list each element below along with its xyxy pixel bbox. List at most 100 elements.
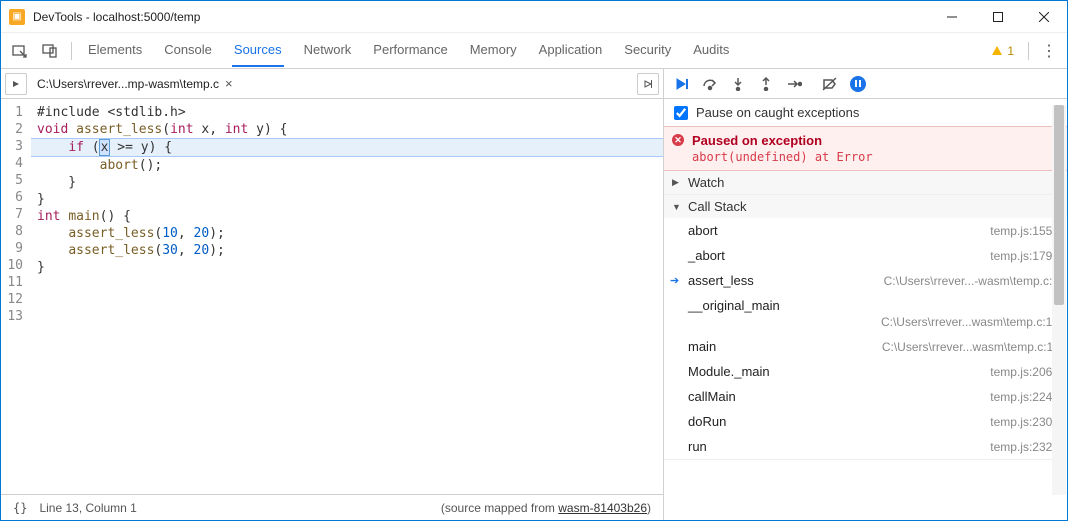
frame-location[interactable]: temp.js:1795 xyxy=(990,249,1059,263)
frame-name: abort xyxy=(688,223,990,238)
frame-location[interactable]: temp.js:2323 xyxy=(990,440,1059,454)
frame-name: main xyxy=(688,339,882,354)
step-button[interactable] xyxy=(784,74,804,94)
code-editor[interactable]: 12345678910111213 #include <stdlib.h>voi… xyxy=(1,99,663,494)
exception-title: Paused on exception xyxy=(692,133,1057,148)
devtools-window: ▣ DevTools - localhost:5000/temp Element… xyxy=(0,0,1068,521)
watch-label: Watch xyxy=(688,175,724,190)
panel-tabs-row: Elements Console Sources Network Perform… xyxy=(1,33,1067,69)
watch-section[interactable]: ▶ Watch xyxy=(664,171,1067,195)
code-line[interactable]: int main() { xyxy=(31,208,663,225)
frame-name: doRun xyxy=(688,414,990,429)
tab-security[interactable]: Security xyxy=(622,34,673,67)
tab-elements[interactable]: Elements xyxy=(86,34,144,67)
frame-location[interactable]: temp.js:2062 xyxy=(990,365,1059,379)
exception-detail: abort(undefined) at Error xyxy=(692,150,1057,164)
cursor-position: Line 13, Column 1 xyxy=(39,501,136,515)
window-title: DevTools - localhost:5000/temp xyxy=(33,10,929,24)
call-stack-frame[interactable]: __original_main C:\Users\rrever...wasm\te… xyxy=(664,293,1067,334)
titlebar[interactable]: ▣ DevTools - localhost:5000/temp xyxy=(1,1,1067,33)
debugger-toolbar xyxy=(664,69,1067,99)
more-menu-icon[interactable]: ⋮ xyxy=(1035,41,1063,61)
call-stack-frame[interactable]: callMaintemp.js:2249 xyxy=(664,384,1067,409)
device-mode-icon[interactable] xyxy=(37,38,63,64)
code-line[interactable]: assert_less(30, 20); xyxy=(31,242,663,259)
call-stack-frame[interactable]: mainC:\Users\rrever...wasm\temp.c:11 xyxy=(664,334,1067,359)
separator xyxy=(1028,42,1029,60)
run-to-breakpoint-icon[interactable] xyxy=(637,73,659,95)
frame-name: _abort xyxy=(688,248,990,263)
frame-location[interactable]: C:\Users\rrever...wasm\temp.c:10 xyxy=(881,315,1059,329)
close-file-icon[interactable]: × xyxy=(225,76,233,91)
debugger-pane: Pause on caught exceptions ✕ Paused on e… xyxy=(664,69,1067,520)
frame-location[interactable]: temp.js:2249 xyxy=(990,390,1059,404)
code-line[interactable]: abort(); xyxy=(31,157,663,174)
call-stack-section: ▼Call Stack aborttemp.js:1558_aborttemp.… xyxy=(664,195,1067,460)
step-over-button[interactable] xyxy=(700,74,720,94)
show-navigator-icon[interactable] xyxy=(5,73,27,95)
braces-icon[interactable]: {} xyxy=(13,501,27,515)
tab-sources[interactable]: Sources xyxy=(232,34,284,67)
tab-console[interactable]: Console xyxy=(162,34,214,67)
file-path[interactable]: C:\Users\rrever...mp-wasm\temp.c xyxy=(37,77,219,91)
frame-name: run xyxy=(688,439,990,454)
exception-status: ✕ Paused on exception abort(undefined) a… xyxy=(664,126,1067,171)
deactivate-breakpoints-button[interactable] xyxy=(820,74,840,94)
code-line[interactable]: void assert_less(int x, int y) { xyxy=(31,121,663,138)
maximize-button[interactable] xyxy=(975,1,1021,33)
code-line[interactable]: assert_less(10, 20); xyxy=(31,225,663,242)
code-line[interactable]: } xyxy=(31,191,663,208)
step-into-button[interactable] xyxy=(728,74,748,94)
call-stack-frame[interactable]: Module._maintemp.js:2062 xyxy=(664,359,1067,384)
minimize-button[interactable] xyxy=(929,1,975,33)
vertical-scrollbar[interactable] xyxy=(1052,105,1066,495)
pause-on-caught-checkbox[interactable] xyxy=(674,106,688,120)
warning-icon xyxy=(991,45,1003,57)
code-line[interactable]: } xyxy=(31,259,663,276)
close-button[interactable] xyxy=(1021,1,1067,33)
tab-application[interactable]: Application xyxy=(537,34,605,67)
scrollbar-thumb[interactable] xyxy=(1054,105,1064,305)
frame-name: __original_main xyxy=(688,298,780,313)
frame-location[interactable]: temp.js:1558 xyxy=(990,224,1059,238)
resume-button[interactable] xyxy=(672,74,692,94)
tab-audits[interactable]: Audits xyxy=(691,34,731,67)
tab-performance[interactable]: Performance xyxy=(371,34,449,67)
warning-badge[interactable]: 1 xyxy=(991,44,1014,58)
separator xyxy=(71,42,72,60)
code-line[interactable]: } xyxy=(31,174,663,191)
frame-name: assert_less xyxy=(688,273,884,288)
current-frame-icon: ➔ xyxy=(670,274,679,287)
call-stack-frame[interactable]: aborttemp.js:1558 xyxy=(664,218,1067,243)
warning-count: 1 xyxy=(1007,44,1014,58)
source-map-link[interactable]: wasm-81403b26 xyxy=(558,501,647,515)
call-stack-frame[interactable]: ➔ assert_lessC:\Users\rrever...-wasm\temp… xyxy=(664,268,1067,293)
panel-tabs: Elements Console Sources Network Perform… xyxy=(86,34,991,67)
pause-on-caught-row[interactable]: Pause on caught exceptions xyxy=(664,99,1067,126)
step-out-button[interactable] xyxy=(756,74,776,94)
chevron-right-icon: ▶ xyxy=(672,177,682,188)
source-mapped-info: (source mapped from wasm-81403b26) xyxy=(441,501,651,515)
call-stack-label: Call Stack xyxy=(688,199,747,214)
frame-location[interactable]: C:\Users\rrever...wasm\temp.c:11 xyxy=(882,340,1059,354)
code-line[interactable]: #include <stdlib.h> xyxy=(31,104,663,121)
pause-on-exceptions-button[interactable] xyxy=(848,74,868,94)
debugger-content[interactable]: Pause on caught exceptions ✕ Paused on e… xyxy=(664,99,1067,520)
frame-name: callMain xyxy=(688,389,990,404)
call-stack-frame[interactable]: _aborttemp.js:1795 xyxy=(664,243,1067,268)
frame-location[interactable]: temp.js:2308 xyxy=(990,415,1059,429)
code-line[interactable]: if (x >= y) { xyxy=(31,138,663,157)
frame-location[interactable]: C:\Users\rrever...-wasm\temp.c:4 xyxy=(884,274,1059,288)
editor-pane: C:\Users\rrever...mp-wasm\temp.c × 12345… xyxy=(1,69,664,520)
tab-network[interactable]: Network xyxy=(302,34,354,67)
devtools-icon: ▣ xyxy=(9,9,25,25)
line-numbers: 12345678910111213 xyxy=(1,99,31,494)
call-stack-header[interactable]: ▼ Call Stack xyxy=(664,195,1067,218)
tab-memory[interactable]: Memory xyxy=(468,34,519,67)
editor-statusbar: {} Line 13, Column 1 (source mapped from… xyxy=(1,494,663,520)
call-stack-frame[interactable]: runtemp.js:2323 xyxy=(664,434,1067,459)
inspect-element-icon[interactable] xyxy=(7,38,33,64)
pause-on-caught-label: Pause on caught exceptions xyxy=(696,105,859,120)
chevron-down-icon: ▼ xyxy=(672,202,682,212)
call-stack-frame[interactable]: doRuntemp.js:2308 xyxy=(664,409,1067,434)
